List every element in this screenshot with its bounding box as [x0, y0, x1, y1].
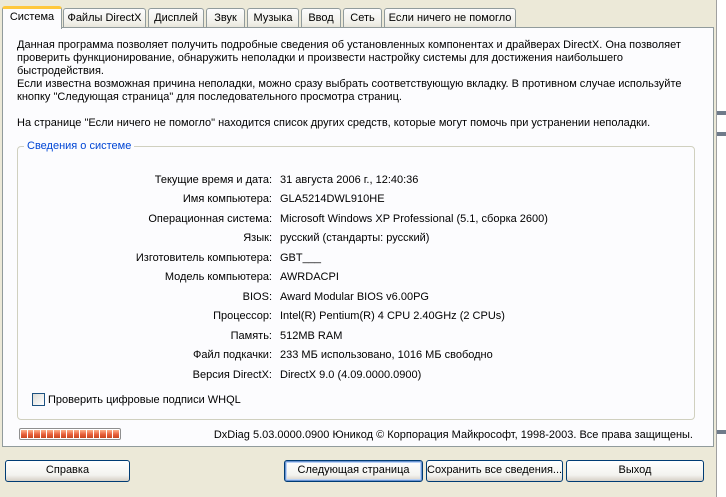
info-value: DirectX 9.0 (4.09.0000.0900)	[280, 369, 422, 381]
info-row-computer-name: Имя компьютера: GLA5214DWL910HE	[18, 192, 696, 206]
progress-segment	[21, 430, 27, 438]
progress-segment	[67, 430, 73, 438]
progress-segment	[93, 430, 100, 438]
info-label: BIOS:	[242, 291, 272, 303]
save-all-button[interactable]: Сохранить все сведения...	[426, 460, 563, 482]
progress-segment	[53, 430, 60, 438]
tab-input[interactable]: Ввод	[301, 8, 341, 28]
progress-segment	[100, 430, 106, 438]
progress-segment	[73, 430, 80, 438]
tab-display[interactable]: Дисплей	[148, 8, 204, 28]
progress-segment	[106, 430, 113, 438]
progress-segment	[60, 430, 67, 438]
progress-segment	[113, 430, 119, 438]
info-row-processor: Процессор: Intel(R) Pentium(R) 4 CPU 2.4…	[18, 309, 696, 323]
intro-paragraph-1: Данная программа позволяет получить подр…	[17, 39, 681, 77]
info-value: 233 МБ использовано, 1016 МБ свободно	[280, 349, 493, 361]
info-label: Модель компьютера:	[164, 271, 272, 283]
tab-directx-files[interactable]: Файлы DirectX	[63, 8, 146, 28]
exit-button[interactable]: Выход	[566, 460, 704, 482]
whql-checkbox[interactable]: Проверить цифровые подписи WHQL	[32, 393, 241, 407]
info-row-manufacturer: Изготовитель компьютера: GBT___	[18, 251, 696, 265]
info-row-memory: Память: 512MB RAM	[18, 329, 696, 343]
progress-segment	[40, 430, 47, 438]
progress-segment	[80, 430, 86, 438]
copyright-text: DxDiag 5.03.0000.0900 Юникод © Корпораци…	[213, 429, 693, 441]
info-value: Award Modular BIOS v6.00PG	[280, 291, 429, 303]
tab-music[interactable]: Музыка	[247, 8, 299, 28]
tab-network[interactable]: Сеть	[343, 8, 382, 28]
intro-paragraph-3: На странице "Если ничего не помогло" нах…	[17, 117, 651, 129]
progress-segment	[27, 430, 34, 438]
checkbox-box[interactable]	[32, 393, 45, 406]
info-row-page-file: Файл подкачки: 233 МБ использовано, 1016…	[18, 348, 696, 362]
info-value: GBT___	[280, 252, 321, 264]
info-label: Изготовитель компьютера:	[135, 252, 272, 264]
system-info-group: Сведения о системе Текущие время и дата:…	[17, 139, 696, 420]
info-row-datetime: Текущие время и дата: 31 августа 2006 г.…	[18, 173, 696, 187]
whql-label: Проверить цифровые подписи WHQL	[48, 394, 241, 406]
tab-sound[interactable]: Звук	[206, 8, 245, 28]
info-label: Имя компьютера:	[182, 193, 272, 205]
info-value: русский (стандарты: русский)	[280, 232, 430, 244]
info-value: AWRDACPI	[280, 271, 339, 283]
info-row-os: Операционная система: Microsoft Windows …	[18, 212, 696, 226]
info-row-model: Модель компьютера: AWRDACPI	[18, 270, 696, 284]
info-row-language: Язык: русский (стандарты: русский)	[18, 231, 696, 245]
info-value: GLA5214DWL910HE	[280, 193, 385, 205]
info-value: Microsoft Windows XP Professional (5.1, …	[280, 213, 548, 225]
next-page-button[interactable]: Следующая страница	[284, 460, 423, 482]
help-button[interactable]: Справка	[5, 460, 130, 482]
system-tab-panel: Данная программа позволяет получить подр…	[2, 27, 714, 447]
info-label: Процессор:	[213, 310, 272, 322]
info-value: Intel(R) Pentium(R) 4 CPU 2.40GHz (2 CPU…	[280, 310, 505, 322]
intro-text: Данная программа позволяет получить подр…	[17, 39, 707, 130]
tab-strip: Система Файлы DirectX Дисплей Звук Музык…	[2, 6, 714, 29]
progress-segment	[34, 430, 40, 438]
progress-bar	[19, 428, 121, 440]
info-value: 512MB RAM	[280, 330, 343, 342]
info-row-directx-version: Версия DirectX: DirectX 9.0 (4.09.0000.0…	[18, 368, 696, 382]
tab-system[interactable]: Система	[2, 6, 62, 29]
intro-paragraph-2: Если известна возможная причина неполадк…	[17, 78, 682, 103]
tab-more-help[interactable]: Если ничего не помогло	[384, 8, 516, 28]
info-label: Версия DirectX:	[192, 369, 272, 381]
progress-segment	[86, 430, 93, 438]
dxdiag-window: Система Файлы DirectX Дисплей Звук Музык…	[0, 0, 726, 497]
info-label: Текущие время и дата:	[154, 174, 272, 186]
progress-segment	[47, 430, 53, 438]
info-label: Язык:	[243, 232, 272, 244]
background-window-edge	[716, 0, 726, 497]
info-value: 31 августа 2006 г., 12:40:36	[280, 174, 419, 186]
info-label: Операционная система:	[148, 213, 272, 225]
info-label: Файл подкачки:	[192, 349, 272, 361]
info-row-bios: BIOS: Award Modular BIOS v6.00PG	[18, 290, 696, 304]
system-info-title: Сведения о системе	[24, 139, 135, 153]
info-label: Память:	[230, 330, 272, 342]
